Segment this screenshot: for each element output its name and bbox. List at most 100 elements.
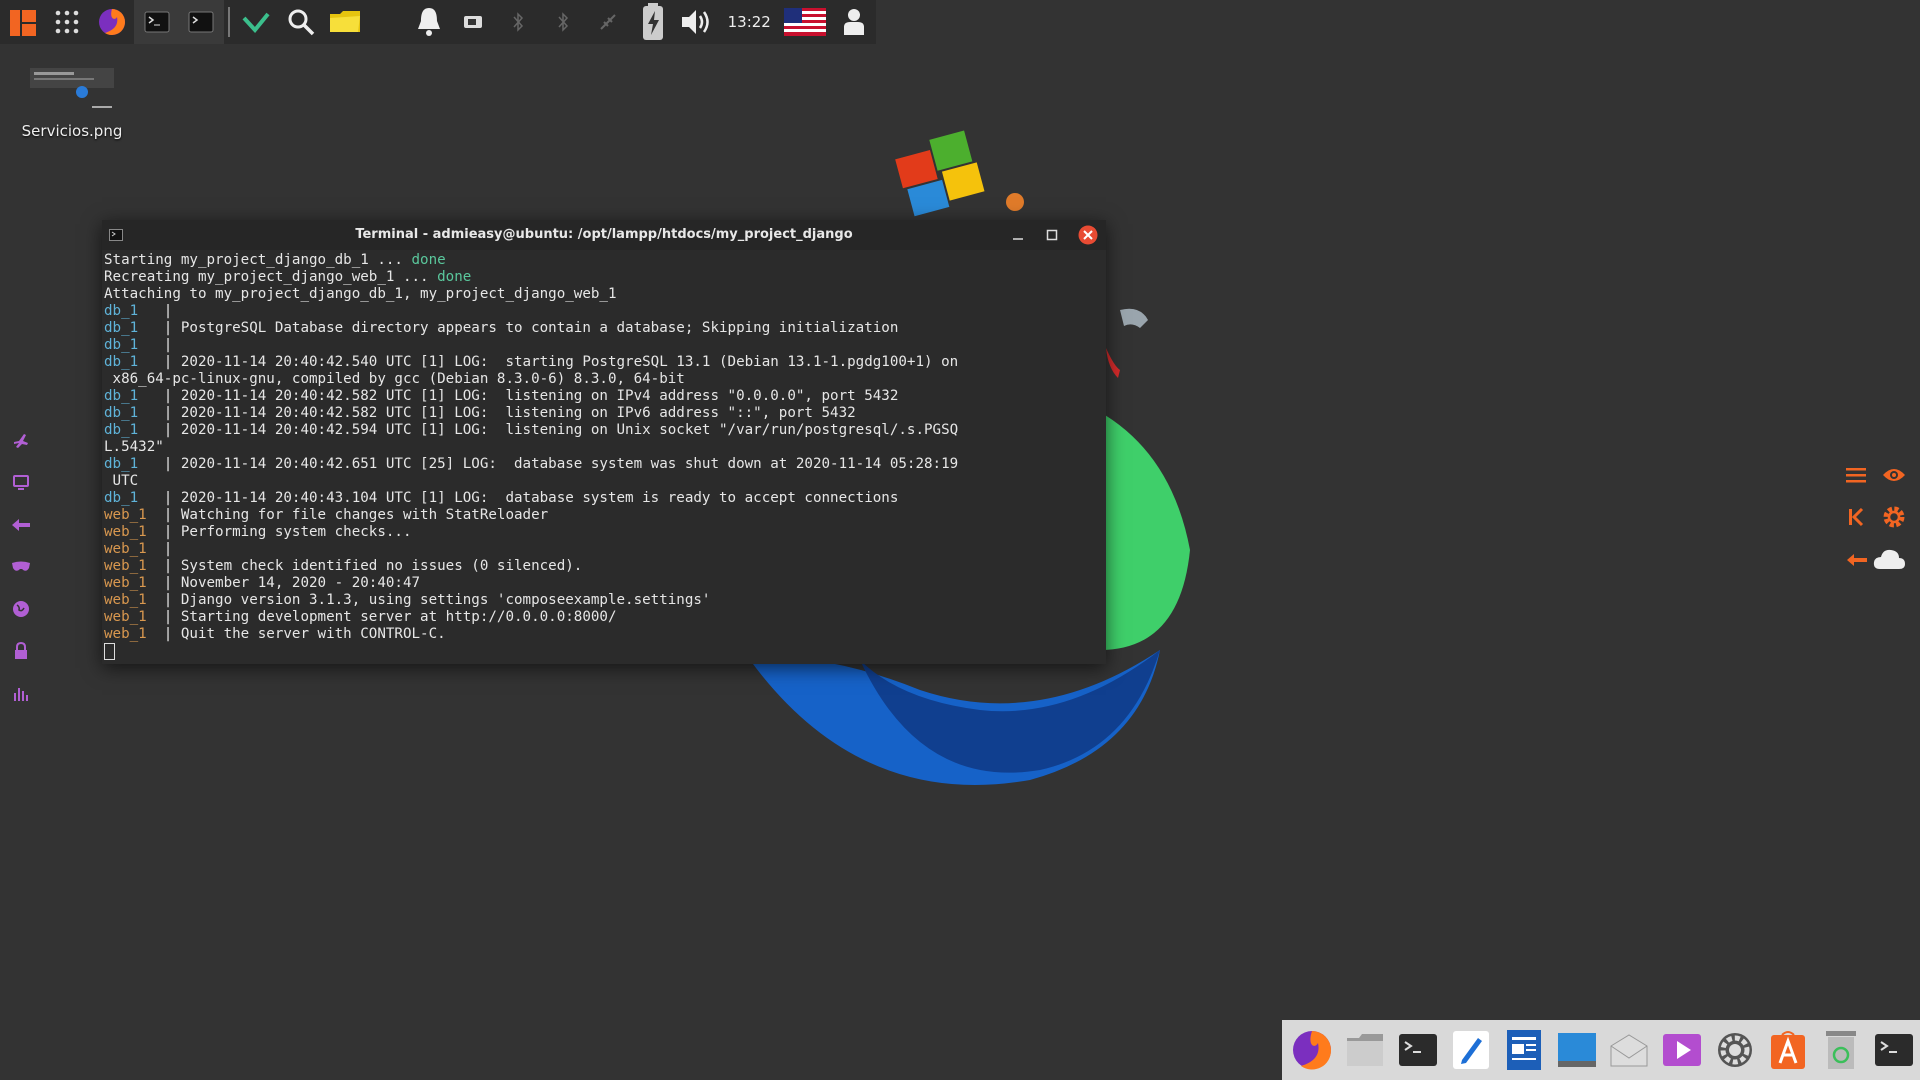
terminal-line: web_1 | Django version 3.1.3, using sett… bbox=[104, 592, 1102, 609]
check-icon[interactable] bbox=[234, 0, 279, 44]
battery-small-icon[interactable] bbox=[451, 0, 496, 44]
line-text: | Watching for file changes with StatRel… bbox=[163, 507, 549, 523]
line-text: Attaching to my_project_django_db_1, my_… bbox=[104, 286, 617, 302]
terminal-line: db_1 | 2020-11-14 20:40:43.104 UTC [1] L… bbox=[104, 490, 1102, 507]
cloud-icon[interactable] bbox=[1872, 547, 1906, 575]
terminal-icon[interactable] bbox=[1392, 1022, 1445, 1078]
terminal-line: Recreating my_project_django_web_1 ... d… bbox=[104, 269, 1102, 286]
terminal-line: web_1 | System check identified no issue… bbox=[104, 558, 1102, 575]
terminal-line: web_1 | Quit the server with CONTROL-C. bbox=[104, 626, 1102, 643]
user-icon[interactable] bbox=[831, 0, 876, 44]
line-text: | 2020-11-14 20:40:42.582 UTC [1] LOG: l… bbox=[163, 388, 899, 404]
line-text: | 2020-11-14 20:40:42.540 UTC [1] LOG: s… bbox=[163, 354, 959, 370]
eye-icon[interactable] bbox=[1882, 467, 1906, 487]
volume-icon[interactable] bbox=[675, 0, 720, 44]
line-text: Starting my_project_django_db_1 ... bbox=[104, 252, 412, 268]
terminal-line: web_1 | Watching for file changes with S… bbox=[104, 507, 1102, 524]
terminal-line: web_1 | Performing system checks... bbox=[104, 524, 1102, 541]
terminal-line: UTC bbox=[104, 473, 1102, 490]
line-text: | November 14, 2020 - 20:40:47 bbox=[163, 575, 421, 591]
bar-chart-icon[interactable] bbox=[8, 672, 34, 714]
line-text: x86_64-pc-linux-gnu, compiled by gcc (De… bbox=[104, 371, 685, 387]
app-grid-icon[interactable] bbox=[45, 0, 90, 44]
right-widgets bbox=[1846, 456, 1906, 582]
gear-icon[interactable] bbox=[1882, 505, 1906, 533]
apps-menu-icon[interactable] bbox=[0, 0, 45, 44]
document-viewer-icon[interactable] bbox=[1497, 1022, 1550, 1078]
prompt-line[interactable] bbox=[104, 643, 1102, 660]
media-player-icon[interactable] bbox=[1656, 1022, 1709, 1078]
terminal-window[interactable]: Terminal - admieasy@ubuntu: /opt/lampp/h… bbox=[102, 220, 1106, 664]
terminal-line: web_1 | November 14, 2020 - 20:40:47 bbox=[104, 575, 1102, 592]
panel-separator bbox=[227, 7, 230, 37]
minimize-button[interactable] bbox=[1008, 225, 1028, 245]
service-prefix: db_1 bbox=[104, 456, 164, 472]
service-prefix: db_1 bbox=[104, 354, 164, 370]
service-prefix: db_1 bbox=[104, 388, 164, 404]
top-panel: 13:22 bbox=[0, 0, 876, 44]
mail-icon[interactable] bbox=[1603, 1022, 1656, 1078]
line-text: | 2020-11-14 20:40:42.651 UTC [25] LOG: … bbox=[163, 456, 959, 472]
terminal-line: Attaching to my_project_django_db_1, my_… bbox=[104, 286, 1102, 303]
line-text: | Quit the server with CONTROL-C. bbox=[163, 626, 446, 642]
terminal-line: db_1 | 2020-11-14 20:40:42.582 UTC [1] L… bbox=[104, 405, 1102, 422]
skip-back-icon[interactable] bbox=[1846, 507, 1866, 531]
service-prefix: db_1 bbox=[104, 320, 164, 336]
terminal-line: db_1 | PostgreSQL Database directory app… bbox=[104, 320, 1102, 337]
desktop-file-icon[interactable]: Servicios.png bbox=[20, 62, 124, 140]
globe-icon[interactable] bbox=[8, 588, 34, 630]
terminal-line: web_1 | Starting development server at h… bbox=[104, 609, 1102, 626]
us-flag-icon[interactable] bbox=[779, 0, 831, 44]
folder-icon[interactable] bbox=[323, 0, 368, 44]
lock-icon[interactable] bbox=[8, 630, 34, 672]
line-text: | PostgreSQL Database directory appears … bbox=[163, 320, 899, 336]
airplane-icon[interactable] bbox=[8, 420, 34, 462]
service-prefix: web_1 bbox=[104, 507, 164, 523]
text-editor-icon[interactable] bbox=[1444, 1022, 1497, 1078]
menu-icon[interactable] bbox=[1846, 467, 1866, 487]
monitor-icon[interactable] bbox=[8, 462, 34, 504]
firefox-icon[interactable] bbox=[1286, 1022, 1339, 1078]
firefox-icon[interactable] bbox=[89, 0, 134, 44]
left-dock bbox=[8, 420, 34, 714]
desktop-file-label: Servicios.png bbox=[21, 122, 123, 140]
terminal-icon-2[interactable] bbox=[178, 0, 224, 44]
bell-icon[interactable] bbox=[407, 0, 452, 44]
service-prefix: db_1 bbox=[104, 490, 164, 506]
close-button[interactable] bbox=[1078, 225, 1098, 245]
service-prefix: web_1 bbox=[104, 558, 164, 574]
network-icon[interactable] bbox=[585, 0, 630, 44]
line-text: | bbox=[163, 541, 181, 557]
search-icon[interactable] bbox=[278, 0, 323, 44]
service-prefix: web_1 bbox=[104, 541, 164, 557]
line-text: | Django version 3.1.3, using settings '… bbox=[163, 592, 711, 608]
terminal-output[interactable]: Starting my_project_django_db_1 ... done… bbox=[104, 252, 1102, 664]
battery-charging-icon[interactable] bbox=[630, 0, 675, 44]
service-prefix: web_1 bbox=[104, 592, 164, 608]
mask-icon[interactable] bbox=[8, 546, 34, 588]
trash-icon[interactable] bbox=[1814, 1022, 1867, 1078]
maximize-button[interactable] bbox=[1042, 225, 1062, 245]
service-prefix: web_1 bbox=[104, 626, 164, 642]
terminal-titlebar[interactable]: Terminal - admieasy@ubuntu: /opt/lampp/h… bbox=[102, 220, 1106, 250]
line-text: | System check identified no issues (0 s… bbox=[163, 558, 583, 574]
status-done: done bbox=[437, 269, 472, 285]
arrow-left-icon[interactable] bbox=[1846, 552, 1868, 571]
terminal-title: Terminal - admieasy@ubuntu: /opt/lampp/h… bbox=[355, 227, 853, 242]
clock[interactable]: 13:22 bbox=[720, 13, 779, 31]
terminal-icon-2[interactable] bbox=[1867, 1022, 1920, 1078]
terminal-icon[interactable] bbox=[134, 0, 179, 44]
line-text: | 2020-11-14 20:40:42.594 UTC [1] LOG: l… bbox=[163, 422, 959, 438]
arrow-left-icon[interactable] bbox=[8, 504, 34, 546]
software-center-icon[interactable] bbox=[1761, 1022, 1814, 1078]
service-prefix: db_1 bbox=[104, 337, 164, 353]
terminal-line: L.5432" bbox=[104, 439, 1102, 456]
terminal-line: db_1 | 2020-11-14 20:40:42.651 UTC [25] … bbox=[104, 456, 1102, 473]
settings-icon[interactable] bbox=[1709, 1022, 1762, 1078]
bluetooth-icon-2[interactable] bbox=[541, 0, 586, 44]
desktop-icon[interactable] bbox=[1550, 1022, 1603, 1078]
terminal-line: db_1 | 2020-11-14 20:40:42.594 UTC [1] L… bbox=[104, 422, 1102, 439]
bluetooth-icon[interactable] bbox=[496, 0, 541, 44]
files-icon[interactable] bbox=[1339, 1022, 1392, 1078]
service-prefix: db_1 bbox=[104, 303, 164, 319]
